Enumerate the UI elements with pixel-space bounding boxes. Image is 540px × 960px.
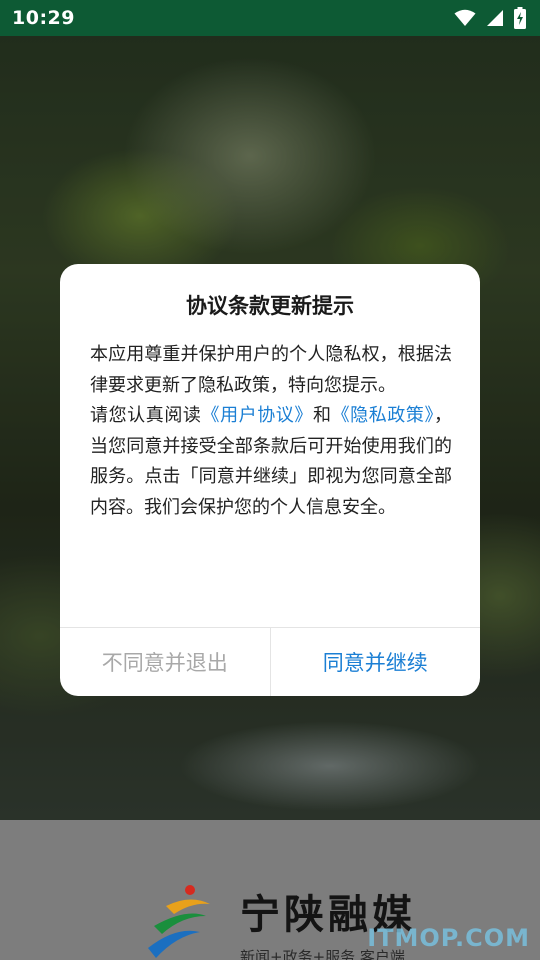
agreement-dialog: 协议条款更新提示 本应用尊重并保护用户的个人隐私权，根据法律要求更新了隐私政策，… [60, 264, 480, 696]
user-agreement-link[interactable]: 《用户协议》 [201, 405, 312, 426]
status-icons [454, 7, 526, 29]
privacy-policy-link[interactable]: 《隐私政策》 [332, 405, 434, 426]
brand-logo-icon [146, 882, 216, 960]
dialog-paragraph-agreements: 请您认真阅读《用户协议》和《隐私政策》，当您同意并接受全部条款后可开始使用我们的… [90, 401, 452, 523]
battery-charging-icon [514, 7, 526, 29]
dialog-footer: 不同意并退出 同意并继续 [60, 627, 480, 696]
status-time: 10:29 [12, 7, 75, 29]
read-prompt-text: 请您认真阅读 [90, 405, 202, 426]
watermark: ITMOP.COM [367, 924, 530, 952]
dialog-title: 协议条款更新提示 [186, 294, 354, 318]
status-bar: 10:29 [0, 0, 540, 36]
cellular-signal-icon [486, 9, 504, 27]
agree-continue-button[interactable]: 同意并继续 [271, 628, 481, 696]
disagree-exit-button[interactable]: 不同意并退出 [60, 628, 271, 696]
dialog-body: 本应用尊重并保护用户的个人隐私权，根据法律要求更新了隐私政策，特向您提示。 请您… [90, 340, 452, 523]
and-text: 和 [312, 405, 332, 426]
dialog-paragraph-intro: 本应用尊重并保护用户的个人隐私权，根据法律要求更新了隐私政策，特向您提示。 [90, 344, 452, 396]
wifi-icon [454, 9, 476, 27]
